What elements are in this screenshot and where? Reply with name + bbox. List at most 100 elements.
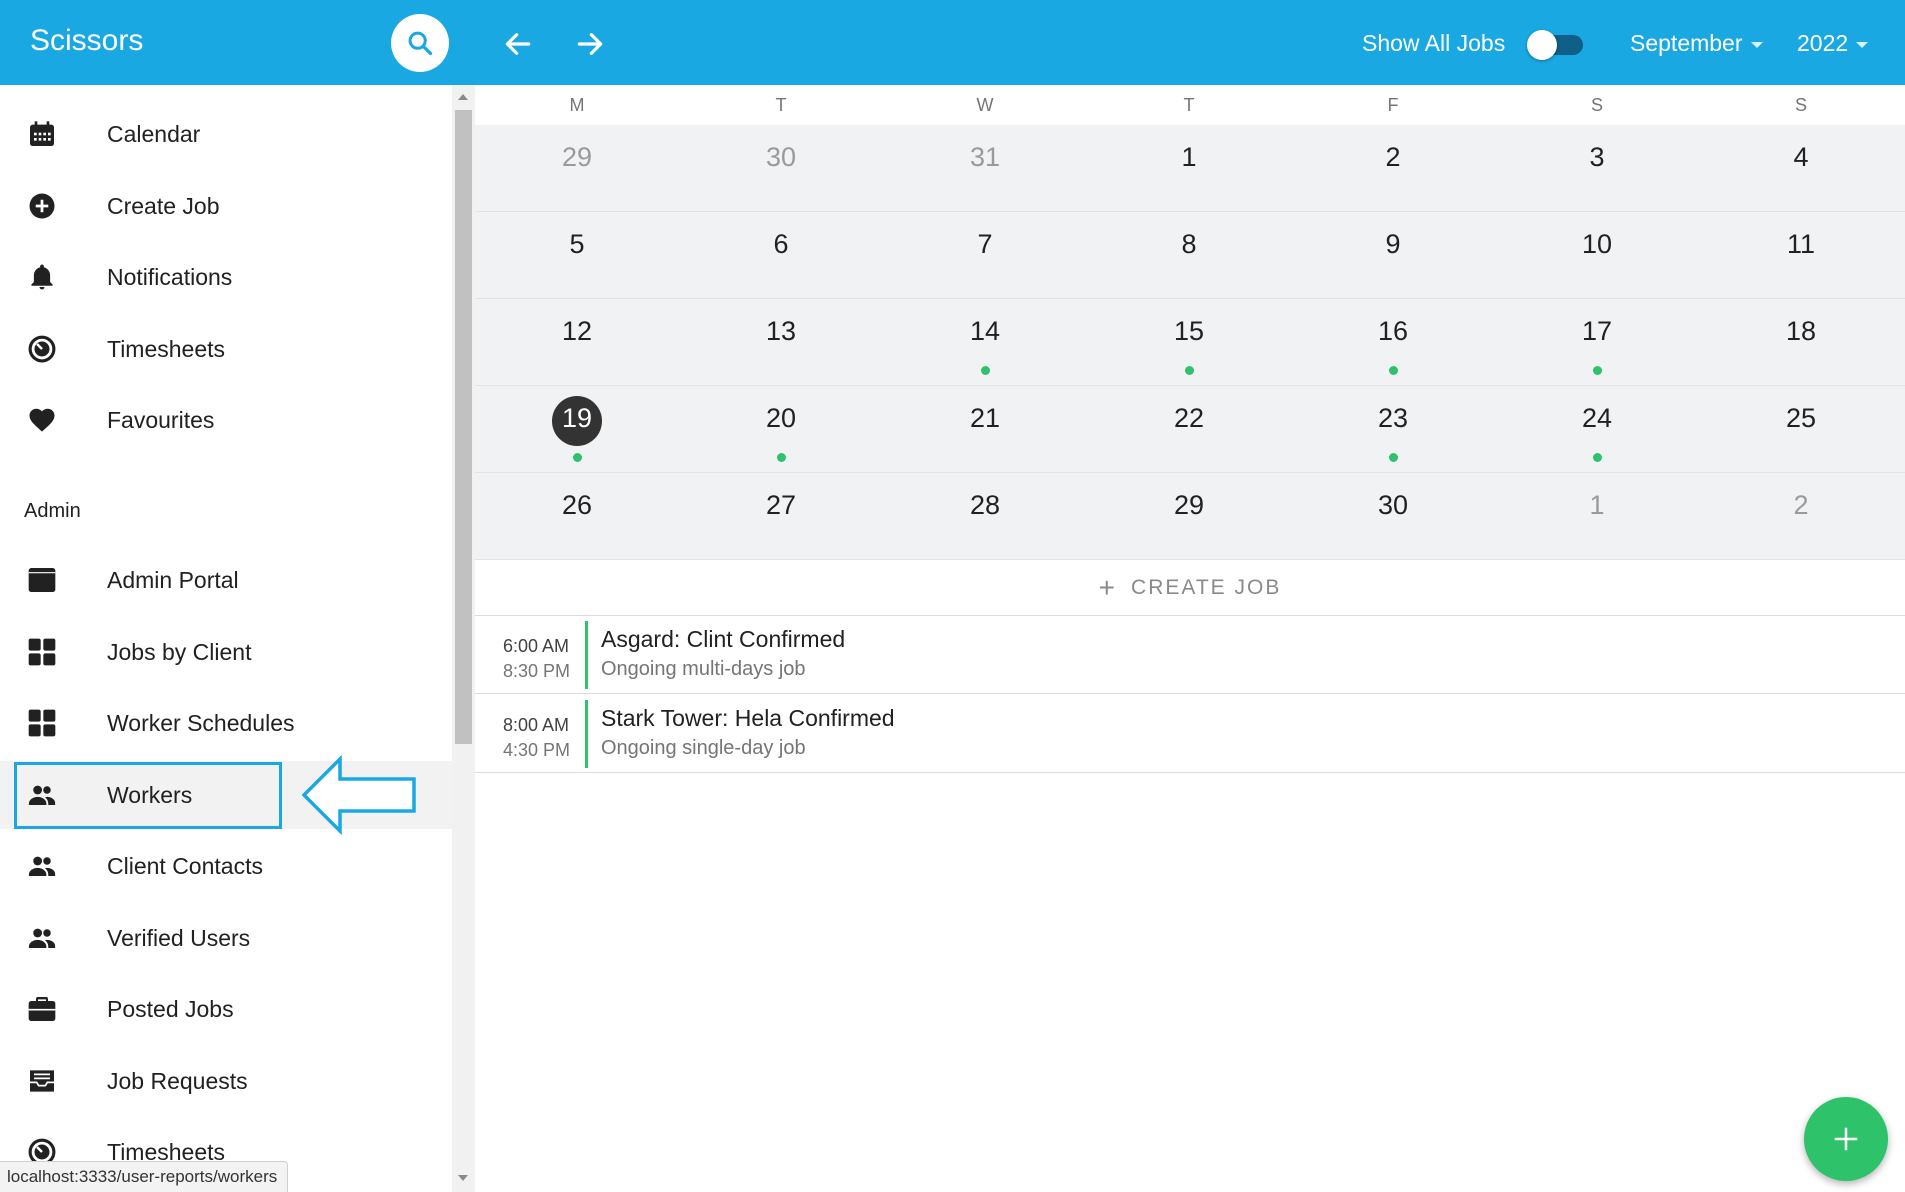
calendar-day-cell[interactable]: 7 [883,212,1087,299]
sidebar-item-notifications[interactable]: Notifications [0,243,452,311]
day-number: 13 [765,316,797,346]
portal-icon [24,562,60,598]
scroll-thumb[interactable] [455,110,472,744]
event-item[interactable]: 8:00 AM 4:30 PM Stark Tower: Hela Confir… [475,695,1905,773]
event-dot-icon [1389,453,1398,462]
sidebar-item-label: Admin Portal [107,566,239,593]
sidebar-item-favourites[interactable]: Favourites [0,386,452,454]
sidebar-scrollbar[interactable] [452,85,475,1192]
calendar-week-row: 29 30 31 1 2 3 4 [475,125,1905,212]
scroll-up-icon[interactable] [458,94,468,100]
sidebar-item-client-contacts[interactable]: Client Contacts [0,832,452,900]
calendar-day-cell[interactable]: 10 [1495,212,1699,299]
sidebar-item-label: Timesheets [107,335,226,362]
day-number: 30 [1377,490,1409,520]
calendar-day-cell[interactable]: 1 [1087,125,1291,212]
scroll-down-icon[interactable] [458,1175,468,1181]
calendar-day-cell[interactable]: 31 [883,125,1087,212]
day-number: 15 [1173,316,1205,346]
chevron-down-icon [1750,41,1763,48]
grid-icon [24,705,60,741]
year-value: 2022 [1797,30,1849,56]
arrow-right-icon [577,33,603,55]
calendar-day-cell[interactable]: 6 [679,212,883,299]
calendar-day-cell[interactable]: 3 [1495,125,1699,212]
sidebar-item-jobs-by-client[interactable]: Jobs by Client [0,618,452,686]
calendar-day-cell[interactable]: 24 [1495,386,1699,473]
admin-section-label: Admin [24,500,81,522]
previous-month-button[interactable] [498,24,538,64]
calendar-day-cell[interactable]: 1 [1495,473,1699,560]
calendar-week-row: 19 20 21 22 23 24 25 [475,386,1905,473]
day-number: 1 [1181,142,1197,172]
day-number: 7 [977,229,993,259]
calendar-day-cell[interactable]: 23 [1291,386,1495,473]
sidebar-item-posted-jobs[interactable]: Posted Jobs [0,975,452,1043]
sidebar-item-workers[interactable]: Workers [0,761,452,829]
calendar-day-cell[interactable]: 9 [1291,212,1495,299]
calendar-day-cell[interactable]: 2 [1291,125,1495,212]
day-number: 2 [1793,490,1809,520]
show-all-jobs-toggle[interactable] [1527,30,1583,60]
calendar-day-cell[interactable]: 2 [1699,473,1903,560]
calendar-day-cell[interactable]: 8 [1087,212,1291,299]
sidebar-item-job-requests[interactable]: Job Requests [0,1047,452,1115]
sidebar-item-verified-users[interactable]: Verified Users [0,904,452,972]
next-month-button[interactable] [570,24,610,64]
sidebar-item-timesheets[interactable]: Timesheets [0,315,452,383]
calendar-day-cell[interactable]: 22 [1087,386,1291,473]
sidebar-item-label: Create Job [107,192,220,219]
event-dot-icon [1185,366,1194,375]
arrow-left-icon [505,33,531,55]
calendar-day-cell[interactable]: 20 [679,386,883,473]
day-number: 11 [1786,229,1816,259]
sidebar-item-label: Favourites [107,406,215,433]
create-job-button[interactable]: + CREATE JOB [475,560,1905,616]
calendar-day-cell[interactable]: 5 [475,212,679,299]
calendar-day-cell[interactable]: 4 [1699,125,1903,212]
weekday-label: W [976,95,994,115]
calendar-day-cell[interactable]: 11 [1699,212,1903,299]
day-number: 26 [561,490,593,520]
calendar-day-cell[interactable]: 17 [1495,299,1699,386]
calendar-day-cell[interactable]: 26 [475,473,679,560]
event-dot-icon [1593,366,1602,375]
sidebar-item-worker-schedules[interactable]: Worker Schedules [0,689,452,757]
day-number: 8 [1181,229,1197,259]
calendar-week-row: 26 27 28 29 30 1 2 [475,473,1905,560]
sidebar-item-calendar[interactable]: Calendar [0,100,452,168]
calendar-day-cell[interactable]: 14 [883,299,1087,386]
day-number: 25 [1785,403,1817,433]
weekday-label: S [1794,95,1807,115]
sidebar-item-create-job[interactable]: Create Job [0,172,452,240]
calendar-day-cell[interactable]: 28 [883,473,1087,560]
calendar-day-cell[interactable]: 30 [1291,473,1495,560]
day-number: 30 [765,142,797,172]
calendar-day-cell[interactable]: 13 [679,299,883,386]
calendar-day-cell[interactable]: 29 [1087,473,1291,560]
calendar-day-cell[interactable]: 25 [1699,386,1903,473]
calendar-day-cell[interactable]: 21 [883,386,1087,473]
calendar-day-cell[interactable]: 15 [1087,299,1291,386]
event-item[interactable]: 6:00 AM 8:30 PM Asgard: Clint Confirmed … [475,616,1905,694]
year-select[interactable]: 2022 [1797,30,1869,57]
calendar-day-cell[interactable]: 29 [475,125,679,212]
month-value: September [1630,30,1743,56]
day-number: 20 [765,403,797,433]
timer-icon [24,331,60,367]
calendar-day-cell[interactable]: 12 [475,299,679,386]
calendar-day-cell[interactable]: 16 [1291,299,1495,386]
calendar-day-cell[interactable]: 19 [475,386,679,473]
event-status-bar [585,621,588,689]
calendar-day-cell[interactable]: 30 [679,125,883,212]
calendar-day-cell[interactable]: 27 [679,473,883,560]
weekday-label: S [1590,95,1603,115]
search-button[interactable] [391,14,449,72]
people-icon [24,848,60,884]
month-select[interactable]: September [1630,30,1763,57]
day-number: 29 [1173,490,1205,520]
weekday-label: T [1183,95,1195,115]
add-job-fab[interactable] [1804,1097,1888,1181]
calendar-day-cell[interactable]: 18 [1699,299,1903,386]
sidebar-item-admin-portal[interactable]: Admin Portal [0,546,452,614]
